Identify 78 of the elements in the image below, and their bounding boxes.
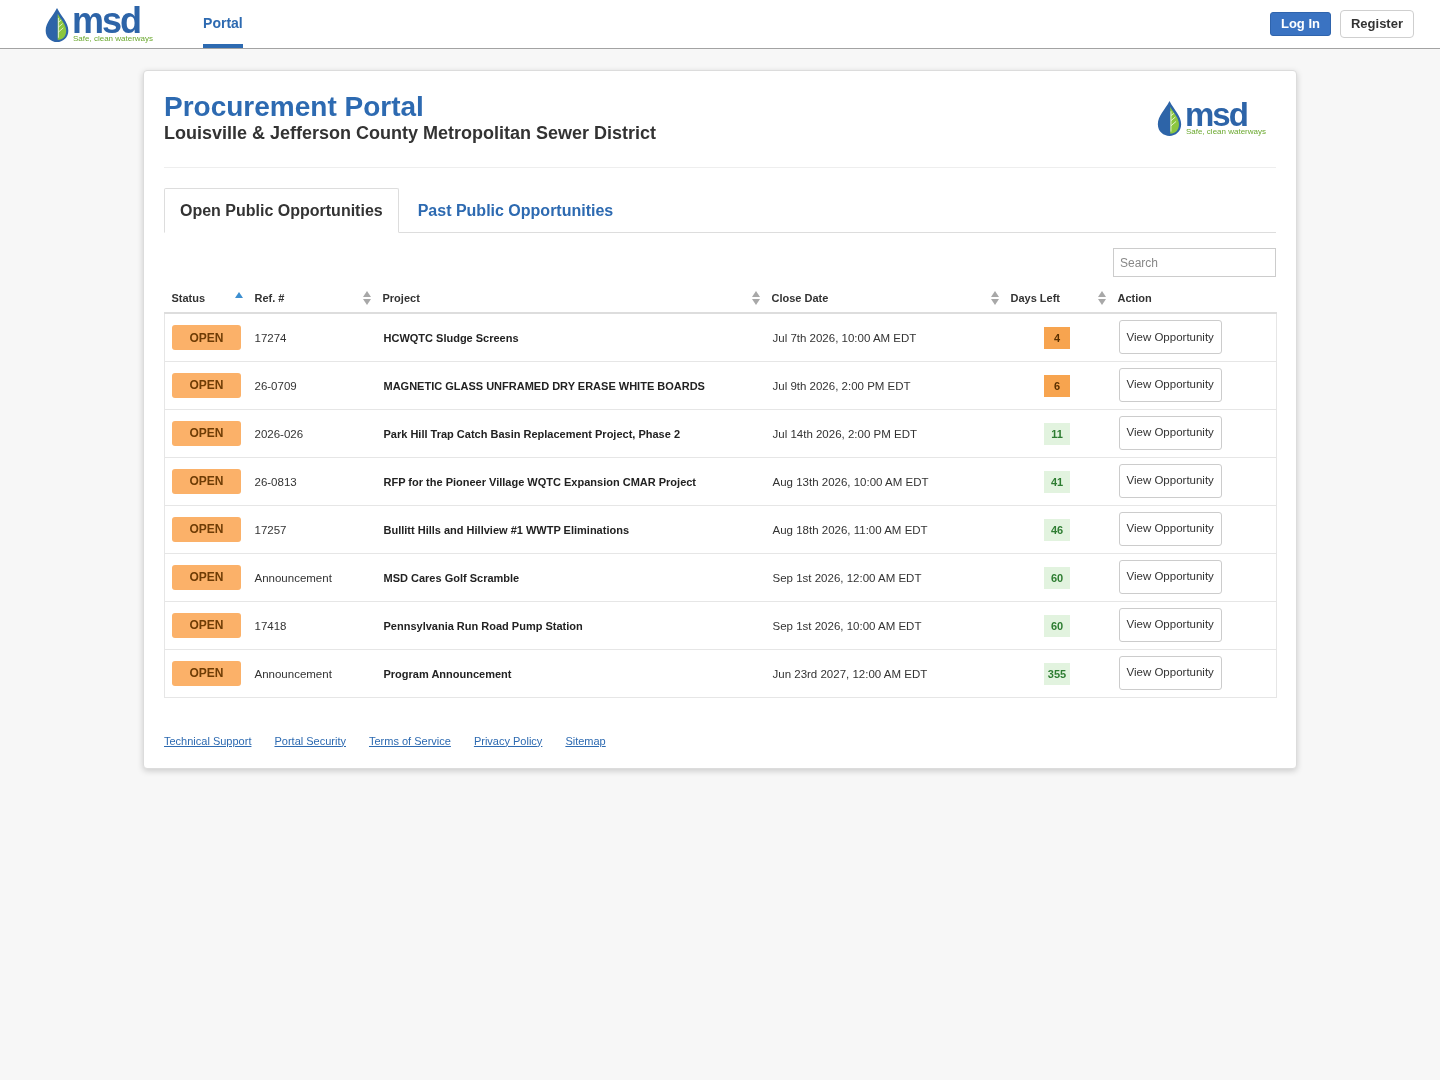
project-name: Bullitt Hills and Hillview #1 WWTP Eliminations	[383, 524, 629, 536]
footer-link[interactable]: Portal Security	[274, 732, 346, 749]
column-header[interactable]: Status	[171, 288, 243, 308]
table-cell: Jul 14th 2026, 2:00 PM EDT	[772, 428, 917, 440]
view-opportunity-button[interactable]: View Opportunity	[1118, 368, 1222, 402]
page-title: Procurement Portal	[164, 91, 425, 123]
table-cell: Jun 23rd 2027, 12:00 AM EDT	[772, 668, 928, 680]
table-cell: 17418	[254, 620, 287, 632]
project-name: Pennsylvania Run Road Pump Station	[383, 620, 583, 632]
status-badge: OPEN	[172, 516, 241, 542]
project-name: Program Announcement	[383, 668, 512, 680]
view-opportunity-button[interactable]: View Opportunity	[1118, 560, 1222, 594]
column-heading: Action	[1117, 290, 1153, 306]
status-badge: OPEN	[172, 372, 241, 398]
footer-link[interactable]: Terms of Service	[369, 732, 451, 749]
footer-link[interactable]: Technical Support	[164, 732, 252, 749]
days-left-badge: 60	[1044, 567, 1070, 590]
tab[interactable]: Past Public Opportunities	[398, 188, 633, 233]
table-cell: Announcement	[254, 572, 332, 584]
project-name: HCWQTC Sludge Screens	[383, 332, 519, 345]
sort-ascending-icon[interactable]	[234, 292, 243, 298]
table-cell: Announcement	[254, 668, 332, 680]
table-cell: 2026-026	[254, 428, 304, 440]
days-left-badge: 46	[1044, 519, 1070, 542]
project-name: MSD Cares Golf Scramble	[383, 572, 520, 584]
view-opportunity-button[interactable]: View Opportunity	[1118, 416, 1222, 450]
project-name: RFP for the Pioneer Village WQTC Expansion CMAR Project	[383, 476, 697, 488]
status-badge: OPEN	[172, 420, 241, 446]
column-header[interactable]: Ref. #	[254, 288, 371, 308]
table-cell: Jul 9th 2026, 2:00 PM EDT	[772, 380, 911, 392]
days-left-badge: 11	[1044, 423, 1070, 446]
register-button[interactable]: Register	[1339, 10, 1414, 38]
view-opportunity-button[interactable]: View Opportunity	[1118, 320, 1222, 355]
tab[interactable]: Open Public Opportunities	[164, 188, 399, 233]
table-cell: Jul 7th 2026, 10:00 AM EDT	[772, 332, 917, 345]
column-header[interactable]: Close Date	[771, 288, 999, 308]
table-cell: Aug 13th 2026, 10:00 AM EDT	[772, 476, 929, 488]
table-cell: 26-0813	[254, 476, 297, 488]
view-opportunity-button[interactable]: View Opportunity	[1118, 656, 1222, 690]
search-field[interactable]: Search	[1113, 248, 1276, 277]
logo-tagline: Safe, clean waterways	[73, 34, 154, 43]
project-name: Park Hill Trap Catch Basin Replacement Project, Phase 2	[383, 428, 680, 440]
logo-tagline: Safe, clean waterways	[1185, 126, 1266, 136]
view-opportunity-button[interactable]: View Opportunity	[1118, 608, 1222, 642]
column-header[interactable]: Days Left	[1010, 288, 1106, 308]
status-badge: OPEN	[172, 612, 241, 638]
table-cell: Sep 1st 2026, 12:00 AM EDT	[772, 572, 922, 584]
days-left-badge: 4	[1044, 327, 1070, 350]
days-left-badge: 41	[1044, 471, 1070, 494]
days-left-badge: 6	[1044, 375, 1070, 398]
days-left-badge: 355	[1043, 663, 1071, 686]
view-opportunity-button[interactable]: View Opportunity	[1118, 512, 1222, 546]
sort-icon[interactable]	[1097, 291, 1106, 305]
nav-link[interactable]: Portal	[203, 0, 243, 48]
status-badge: OPEN	[172, 468, 241, 494]
leaf-drop-icon	[1155, 101, 1183, 136]
status-badge: OPEN	[172, 325, 241, 350]
table-cell: 26-0709	[254, 380, 297, 392]
logo-wordmark: msd	[72, 7, 141, 34]
view-opportunity-button[interactable]: View Opportunity	[1118, 464, 1222, 498]
days-left-badge: 60	[1044, 615, 1070, 638]
sort-icon[interactable]	[362, 291, 371, 305]
table-cell: Sep 1st 2026, 10:00 AM EDT	[772, 620, 922, 632]
page-subtitle: Louisville & Jefferson County Metropolitan Sewer District	[164, 122, 657, 144]
leaf-drop-icon	[44, 8, 70, 42]
status-badge: OPEN	[172, 660, 241, 686]
logo-wordmark: msd	[1184, 101, 1247, 127]
footer-link[interactable]: Sitemap	[565, 732, 606, 749]
table-cell: Aug 18th 2026, 11:00 AM EDT	[772, 524, 928, 536]
column-header[interactable]: Project	[382, 288, 760, 308]
login-button[interactable]: Log In	[1269, 12, 1331, 36]
table-cell: 17257	[254, 524, 287, 536]
sort-icon[interactable]	[751, 291, 760, 305]
footer-link[interactable]: Privacy Policy	[473, 732, 543, 749]
project-name: MAGNETIC GLASS UNFRAMED DRY ERASE WHITE BOARDS	[383, 380, 705, 392]
sort-icon[interactable]	[990, 291, 999, 305]
table-cell: 17274	[254, 332, 287, 345]
status-badge: OPEN	[172, 564, 241, 590]
